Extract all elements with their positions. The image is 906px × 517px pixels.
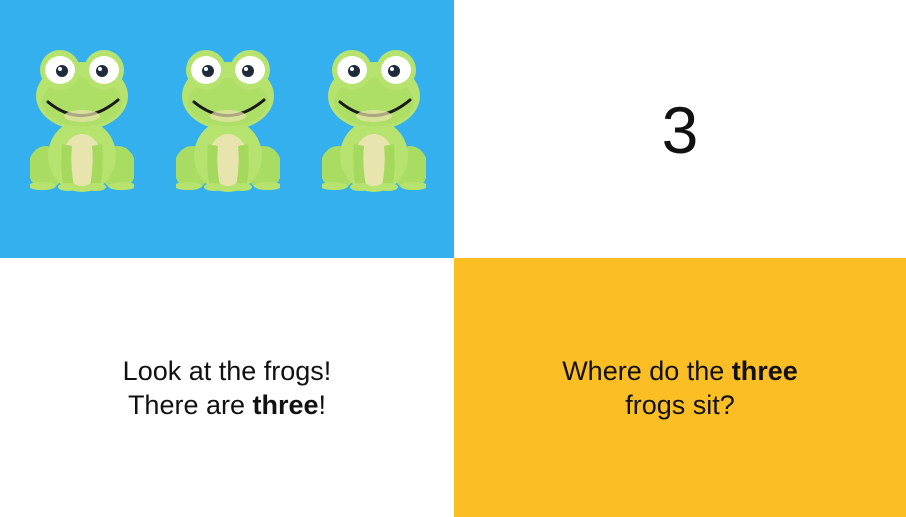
caption-right: Where do the three frogs sit? (562, 354, 798, 422)
caption-left-bold: three (252, 389, 319, 420)
number-value: 3 (661, 93, 699, 167)
caption-left-suffix: ! (318, 389, 327, 420)
caption-right-line1: Where do the three (562, 354, 798, 388)
frog-icon (176, 48, 280, 192)
caption-left-prefix: There are (127, 389, 253, 420)
number-panel: 3 (454, 0, 906, 258)
caption-right-prefix: Where do the (562, 355, 732, 386)
caption-left-panel: Look at the frogs! There are three! (0, 258, 454, 517)
slide-grid: 3 Look at the frogs! There are three! Wh… (0, 0, 906, 517)
frog-icon (322, 48, 426, 192)
frog-icon (30, 48, 134, 192)
caption-left: Look at the frogs! There are three! (123, 354, 332, 422)
frogs-panel (0, 0, 454, 258)
caption-right-bold: three (731, 355, 798, 386)
caption-left-line1: Look at the frogs! (122, 355, 332, 386)
caption-right-line2: frogs sit? (625, 389, 735, 420)
caption-left-line2: There are three! (123, 388, 332, 422)
caption-right-panel: Where do the three frogs sit? (454, 258, 906, 517)
